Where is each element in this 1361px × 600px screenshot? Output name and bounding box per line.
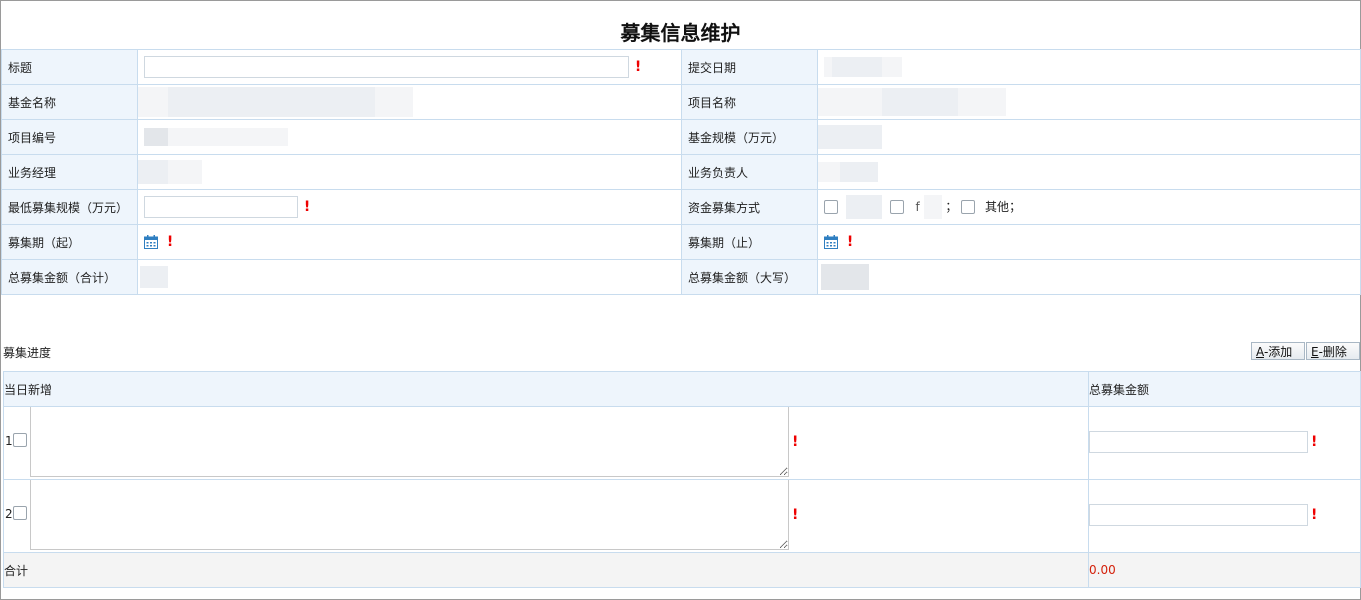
required-mark: ! [846, 234, 854, 250]
fund-method-partial: f [915, 199, 920, 214]
checkbox-icon[interactable] [961, 200, 976, 214]
period-end-label: 募集期（止） [681, 224, 818, 260]
checkbox-icon[interactable] [889, 200, 904, 214]
total-amount-caps-label: 总募集金额（大写） [681, 259, 818, 295]
redacted-value [168, 87, 375, 117]
row-checkbox[interactable] [13, 506, 27, 520]
info-form: 标题 ! 提交日期 基金名称 项目名称 项目编号 基金规模（万元） 业务经理 业… [1, 49, 1361, 295]
redacted-value [882, 88, 958, 116]
calendar-icon[interactable] [144, 235, 158, 249]
submit-date-label: 提交日期 [681, 49, 818, 85]
row-checkbox[interactable] [13, 433, 27, 447]
fund-method-label: 资金募集方式 [681, 189, 818, 225]
min-scale-input[interactable] [144, 196, 298, 218]
add-button[interactable]: A-添加 [1251, 342, 1305, 360]
row-index: 1 [5, 434, 13, 448]
redacted-value [845, 195, 882, 219]
total-input[interactable] [1089, 504, 1308, 526]
redacted-value [818, 88, 882, 116]
project-no-label: 项目编号 [1, 119, 138, 155]
delete-button[interactable]: E-删除 [1306, 342, 1360, 360]
total-input[interactable] [1089, 431, 1308, 453]
sum-row: 合计 0.00 [3, 552, 1361, 588]
title-label: 标题 [1, 49, 138, 85]
fund-method-other: 其他 [985, 199, 1010, 214]
table-row: 2 ! ! [3, 479, 1361, 553]
redacted-value [818, 125, 882, 149]
row-index: 2 [5, 507, 13, 521]
redacted-value [138, 87, 168, 117]
title-input[interactable] [144, 56, 629, 78]
redacted-value [138, 160, 168, 184]
redacted-value [140, 266, 168, 288]
required-mark: ! [792, 434, 799, 450]
required-mark: ! [166, 234, 174, 250]
redacted-value [375, 87, 413, 117]
redacted-value [168, 128, 288, 146]
redacted-value [832, 57, 882, 77]
redacted-value [882, 57, 902, 77]
required-mark: ! [1311, 507, 1318, 523]
redacted-value [958, 88, 1006, 116]
project-name-label: 项目名称 [681, 84, 818, 120]
fund-scale-label: 基金规模（万元） [681, 119, 818, 155]
redacted-value [824, 57, 832, 77]
required-mark: ! [634, 59, 642, 75]
daily-textarea[interactable] [30, 407, 789, 477]
page-title: 募集信息维护 [620, 21, 741, 45]
required-mark: ! [792, 507, 799, 523]
table-row: 1 ! ! [3, 406, 1361, 480]
redacted-value [923, 195, 942, 219]
fund-name-label: 基金名称 [1, 84, 138, 120]
period-start-label: 募集期（起） [1, 224, 138, 260]
progress-title: 募集进度 [3, 346, 52, 360]
progress-table: 当日新增 总募集金额 1 ! ! 2 ! ! 合计 0.00 [3, 371, 1361, 588]
checkbox-icon[interactable] [824, 200, 838, 214]
col-header-daily: 当日新增 [3, 371, 1089, 407]
min-scale-label: 最低募集规模（万元） [1, 189, 138, 225]
fund-method-separator: ； [945, 199, 958, 214]
redacted-value [840, 162, 878, 182]
redacted-value [144, 128, 168, 146]
fund-method-separator: ； [1009, 199, 1022, 214]
redacted-value [818, 162, 840, 182]
daily-textarea[interactable] [30, 480, 789, 550]
redacted-value [821, 264, 869, 290]
business-owner-label: 业务负责人 [681, 154, 818, 190]
redacted-value [168, 160, 202, 184]
col-header-total: 总募集金额 [1088, 371, 1361, 407]
required-mark: ! [1311, 434, 1318, 450]
business-manager-label: 业务经理 [1, 154, 138, 190]
required-mark: ! [303, 199, 311, 215]
calendar-icon[interactable] [824, 235, 838, 249]
sum-label: 合计 [3, 552, 1089, 588]
sum-value: 0.00 [1088, 552, 1361, 588]
total-amount-label: 总募集金额（合计） [1, 259, 138, 295]
